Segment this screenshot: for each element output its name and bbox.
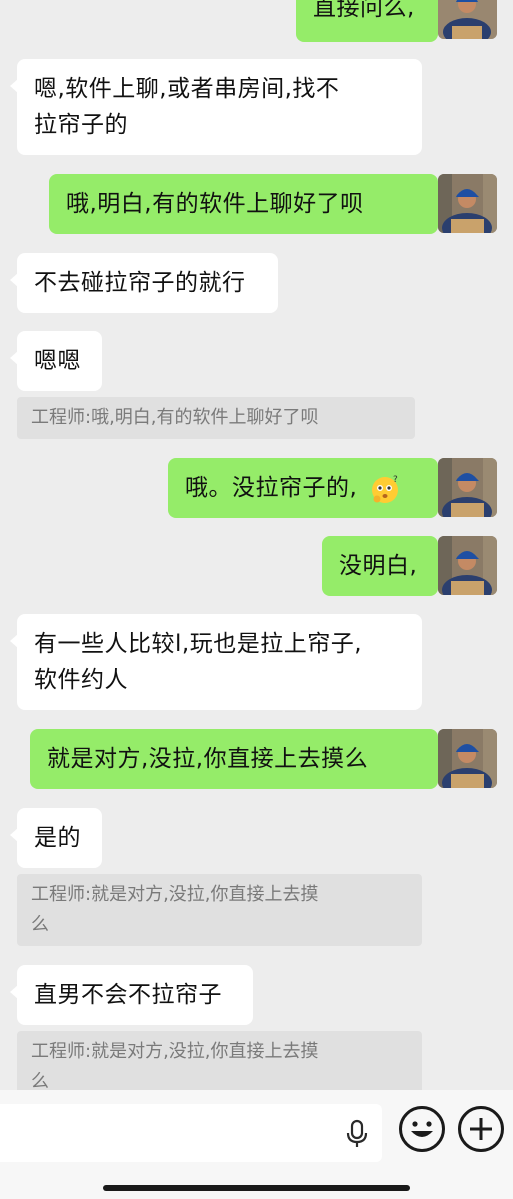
emoji-face-icon	[411, 1121, 433, 1137]
message-bubble-incoming[interactable]: 直男不会不拉帘子	[10, 965, 253, 1025]
message-text: 直接问么,	[313, 0, 415, 21]
message-text: 嗯,软件上聊,或者串房间,找不	[34, 76, 340, 102]
message-text: 不去碰拉帘子的就行	[34, 270, 246, 296]
quoted-reply[interactable]: 工程师:就是对方,没拉,你直接上去摸 么	[17, 1031, 422, 1090]
quoted-reply[interactable]: 工程师:就是对方,没拉,你直接上去摸 么	[17, 874, 422, 946]
avatar[interactable]	[438, 174, 497, 233]
avatar[interactable]	[438, 536, 497, 595]
message-text: 哦。没拉帘子的,	[185, 475, 358, 501]
avatar[interactable]	[438, 729, 497, 788]
message-text: 直男不会不拉帘子	[34, 982, 222, 1008]
message-text: 拉帘子的	[34, 112, 128, 138]
message-bubble-incoming[interactable]: 有一些人比较l,玩也是拉上帘子, 软件约人	[10, 614, 422, 710]
plus-icon	[470, 1118, 492, 1140]
quoted-reply-text: 工程师:就是对方,没拉,你直接上去摸	[31, 1041, 319, 1062]
person-avatar-icon	[438, 0, 497, 39]
avatar[interactable]	[438, 458, 497, 517]
person-avatar-icon	[438, 174, 497, 233]
chat-area[interactable]: 直接问么, 嗯,软件上聊,或者串房间,找不 拉帘子的 哦,明白,有的软件上聊好了…	[0, 0, 513, 1090]
microphone-icon[interactable]	[344, 1119, 370, 1149]
quoted-reply-text: 工程师:哦,明白,有的软件上聊好了呗	[31, 407, 319, 428]
message-bubble-outgoing[interactable]: 没明白,	[322, 536, 445, 596]
quoted-reply-text: 么	[31, 1071, 49, 1090]
plus-button[interactable]	[458, 1106, 504, 1152]
message-bubble-incoming[interactable]: 嗯,软件上聊,或者串房间,找不 拉帘子的	[10, 59, 422, 155]
message-text: 软件约人	[34, 667, 128, 693]
message-bubble-incoming[interactable]: 不去碰拉帘子的就行	[10, 253, 278, 313]
input-bar	[0, 1090, 513, 1199]
message-text: 没明白,	[339, 553, 418, 579]
message-bubble-outgoing[interactable]: 就是对方,没拉,你直接上去摸么	[30, 729, 445, 789]
quoted-reply-text: 么	[31, 914, 49, 935]
person-avatar-icon	[438, 729, 497, 788]
person-avatar-icon	[438, 536, 497, 595]
emoji-button[interactable]	[399, 1106, 445, 1152]
message-bubble-outgoing[interactable]: 直接问么,	[296, 0, 445, 42]
message-bubble-incoming[interactable]: 嗯嗯	[10, 331, 102, 391]
quoted-reply[interactable]: 工程师:哦,明白,有的软件上聊好了呗	[17, 397, 415, 439]
home-indicator[interactable]	[103, 1185, 410, 1191]
message-bubble-outgoing[interactable]: 哦。没拉帘子的, ?	[168, 458, 445, 518]
person-avatar-icon	[438, 458, 497, 517]
message-text: 就是对方,没拉,你直接上去摸么	[47, 746, 369, 772]
message-bubble-outgoing[interactable]: 哦,明白,有的软件上聊好了呗	[49, 174, 445, 234]
message-text: 有一些人比较l,玩也是拉上帘子,	[34, 631, 363, 657]
thinking-face-emoji-icon: ?	[372, 475, 399, 503]
message-input[interactable]	[0, 1104, 382, 1162]
avatar[interactable]	[438, 0, 497, 39]
message-text: 是的	[34, 825, 81, 851]
message-text: 嗯嗯	[34, 348, 81, 374]
message-text: 哦,明白,有的软件上聊好了呗	[66, 191, 364, 217]
quoted-reply-text: 工程师:就是对方,没拉,你直接上去摸	[31, 884, 319, 905]
svg-text:?: ?	[393, 475, 398, 485]
message-bubble-incoming[interactable]: 是的	[10, 808, 102, 868]
